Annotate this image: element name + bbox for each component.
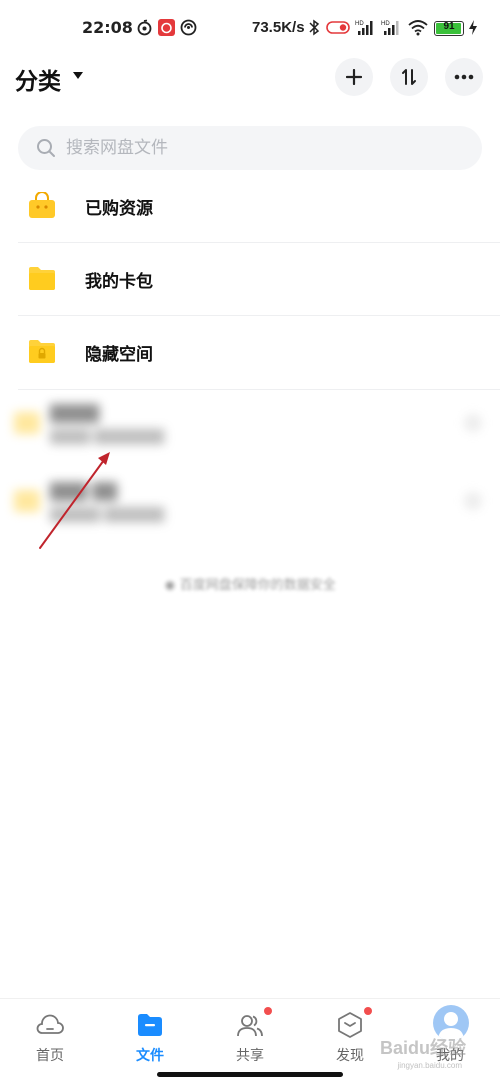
nav-label: 首页 xyxy=(36,1048,64,1064)
bottom-nav: 首页 文件 共享 发现 我的 Baidu经验 jingyan.baidu.com xyxy=(0,998,500,1084)
notification-badge xyxy=(264,1007,272,1015)
nav-home[interactable]: 首页 xyxy=(0,1011,100,1071)
annotation-arrow xyxy=(39,452,110,549)
nav-label: 共享 xyxy=(236,1048,264,1064)
file-folder-icon xyxy=(138,1014,162,1036)
notification-badge xyxy=(364,1007,372,1015)
nav-files[interactable]: 文件 xyxy=(100,1011,200,1071)
home-cloud-icon xyxy=(36,1014,64,1034)
watermark: Baidu经验 xyxy=(379,1038,466,1058)
nav-label: 文件 xyxy=(136,1048,164,1064)
watermark-sub: jingyan.baidu.com xyxy=(397,1061,462,1070)
discover-box-icon xyxy=(338,1012,362,1038)
home-indicator[interactable] xyxy=(157,1072,343,1077)
nav-share[interactable]: 共享 xyxy=(200,1007,300,1071)
share-users-icon xyxy=(237,1015,263,1037)
